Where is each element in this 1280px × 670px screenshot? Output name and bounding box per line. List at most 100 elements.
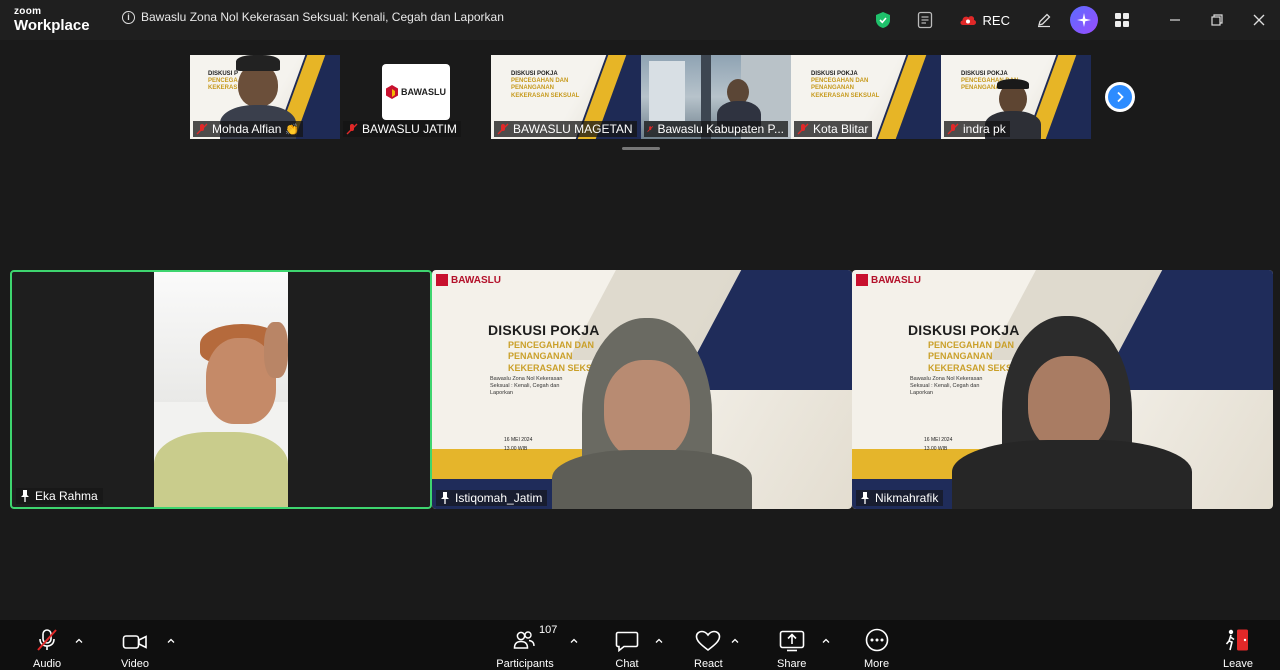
close-button[interactable]	[1238, 0, 1280, 40]
participant-name: Nikmahrafik	[875, 491, 939, 505]
participants-options-button[interactable]	[569, 635, 579, 645]
info-icon[interactable]: i	[122, 10, 135, 24]
more-button[interactable]: More	[864, 626, 889, 670]
title-bar: zoom Workplace i Bawaslu Zona Nol Kekera…	[0, 0, 1280, 40]
logo-top: zoom	[14, 6, 42, 17]
participant-thumbnail[interactable]: Bawaslu Kabupaten P...	[641, 55, 791, 139]
chevron-up-icon	[570, 638, 578, 643]
bawaslu-brand: BAWASLU	[856, 274, 921, 286]
muted-mic-icon	[497, 123, 509, 135]
strip-resize-handle[interactable]	[622, 147, 660, 150]
participant-name-tag: Nikmahrafik	[856, 490, 944, 506]
participant-thumbnail[interactable]: DISKUSI POKJA PENCEGAHAN DAN PENANGANAN KEK…	[791, 55, 941, 139]
share-screen-button[interactable]: Share	[777, 626, 806, 670]
chevron-right-icon	[1117, 91, 1124, 103]
audio-button[interactable]: Audio	[33, 626, 61, 670]
participant-name: BAWASLU MAGETAN	[513, 122, 633, 136]
more-label: More	[864, 658, 890, 670]
participant-name: Bawaslu Kabupaten P...	[657, 122, 784, 136]
audio-options-button[interactable]	[74, 635, 84, 645]
chevron-up-icon	[75, 638, 83, 643]
meeting-title-text: Bawaslu Zona Nol Kekerasan Seksual: Kena…	[141, 10, 504, 24]
muted-mic-icon	[196, 123, 208, 135]
pin-icon	[861, 492, 869, 504]
share-label: Share	[777, 658, 807, 670]
participant-thumbnail[interactable]: DISKUSI POKJA PENCEGAHAN DAN PENANGANAN in…	[941, 55, 1091, 139]
participant-name-tag: BAWASLU MAGETAN	[494, 121, 637, 137]
muted-mic-icon	[647, 126, 654, 132]
cloud-record-icon	[960, 16, 976, 25]
bawaslu-logo-text: BAWASLU	[401, 87, 446, 97]
participant-name-tag: Eka Rahma	[16, 488, 103, 504]
slide-description: Bawaslu Zona Nol Kekerasan Seksual : Ken…	[490, 376, 563, 397]
video-button[interactable]: Video	[121, 626, 149, 670]
participant-thumbnail[interactable]: DISKUSI POKJA PENCEGAHAN DAN PENANGANAN KEK…	[491, 55, 641, 139]
share-screen-icon	[779, 630, 804, 652]
close-icon	[1253, 14, 1265, 26]
bawaslu-logo-card: BAWASLU	[382, 64, 450, 120]
chat-label: Chat	[615, 658, 639, 670]
leave-meeting-button[interactable]: Leave	[1223, 626, 1253, 670]
react-label: React	[694, 658, 723, 670]
participants-label: Participants	[496, 658, 554, 670]
zoom-workplace-logo: zoom Workplace	[14, 6, 90, 34]
heart-icon	[696, 630, 721, 652]
participant-name: indra pk	[963, 122, 1006, 136]
muted-mic-icon	[37, 629, 57, 651]
next-page-button[interactable]	[1105, 82, 1135, 112]
video-tile[interactable]: BAWASLU DISKUSI POKJA PENCEGAHAN DAN PENA…	[432, 270, 852, 509]
pin-icon	[441, 492, 449, 504]
slide-title: DISKUSI POKJA	[908, 322, 1020, 338]
chat-button[interactable]: Chat	[615, 626, 639, 670]
recording-indicator[interactable]: REC	[959, 13, 1010, 28]
chevron-up-icon	[655, 638, 663, 643]
participant-video	[154, 272, 288, 507]
video-tile-active-speaker[interactable]: Eka Rahma	[10, 270, 432, 509]
audio-label: Audio	[33, 658, 62, 670]
participant-name-tag: Bawaslu Kabupaten P...	[644, 121, 788, 137]
react-button[interactable]: React	[694, 626, 723, 670]
restore-button[interactable]	[1196, 0, 1238, 40]
participant-name: Mohda Alfian	[212, 122, 282, 136]
rec-label: REC	[982, 12, 1010, 28]
participants-button[interactable]: 107 Participants	[495, 624, 558, 670]
slide-title: DISKUSI POKJA	[488, 322, 600, 338]
more-dots-icon	[865, 628, 888, 652]
participant-name-tag: BAWASLU JATIM	[343, 121, 461, 137]
slide-schedule: 16 MEI 2024 13.00 WIB	[924, 437, 953, 452]
bawaslu-logo-icon	[386, 85, 398, 99]
bawaslu-brand: BAWASLU	[436, 274, 501, 286]
slide-description: Bawaslu Zona Nol Kekerasan Seksual : Ken…	[910, 376, 983, 397]
shield-icon[interactable]	[869, 6, 897, 34]
minimize-button[interactable]	[1154, 0, 1196, 40]
chevron-up-icon	[822, 638, 830, 643]
logo-bottom: Workplace	[14, 17, 90, 34]
share-options-button[interactable]	[821, 635, 831, 645]
participant-name: BAWASLU JATIM	[362, 122, 457, 136]
meeting-title[interactable]: i Bawaslu Zona Nol Kekerasan Seksual: Ke…	[122, 10, 504, 24]
participants-count: 107	[539, 624, 558, 636]
notes-icon[interactable]	[911, 6, 939, 34]
participant-name: Kota Blitar	[813, 122, 869, 136]
muted-mic-icon	[346, 123, 358, 135]
ai-companion-sparkle-icon[interactable]	[1070, 6, 1098, 34]
participant-thumbnail[interactable]: BAWASLU BAWASLU JATIM	[340, 55, 490, 139]
annotate-pen-icon[interactable]	[1030, 6, 1058, 34]
muted-mic-icon	[947, 123, 959, 135]
video-camera-icon	[122, 635, 147, 649]
chat-bubble-icon	[615, 631, 639, 652]
participant-thumbnail[interactable]: DISKUSI P PENCEGA KEKERAS Mohda Alfian 👏	[190, 55, 340, 139]
chat-options-button[interactable]	[654, 635, 664, 645]
react-options-button[interactable]	[730, 635, 740, 645]
slide-schedule: 16 MEI 2024 13.00 WIB	[504, 437, 533, 452]
participant-name-tag: indra pk	[944, 121, 1010, 137]
restore-icon	[1211, 14, 1223, 26]
participant-name: Istiqomah_Jatim	[455, 491, 543, 505]
apps-grid-icon[interactable]	[1108, 6, 1136, 34]
leave-label: Leave	[1223, 658, 1253, 670]
video-options-button[interactable]	[166, 635, 176, 645]
video-tile[interactable]: BAWASLU DISKUSI POKJA PENCEGAHAN DAN PENA…	[852, 270, 1273, 509]
participant-name-tag: Kota Blitar	[794, 121, 873, 137]
participant-name-tag: Istiqomah_Jatim	[436, 490, 548, 506]
minimize-icon	[1170, 19, 1180, 21]
